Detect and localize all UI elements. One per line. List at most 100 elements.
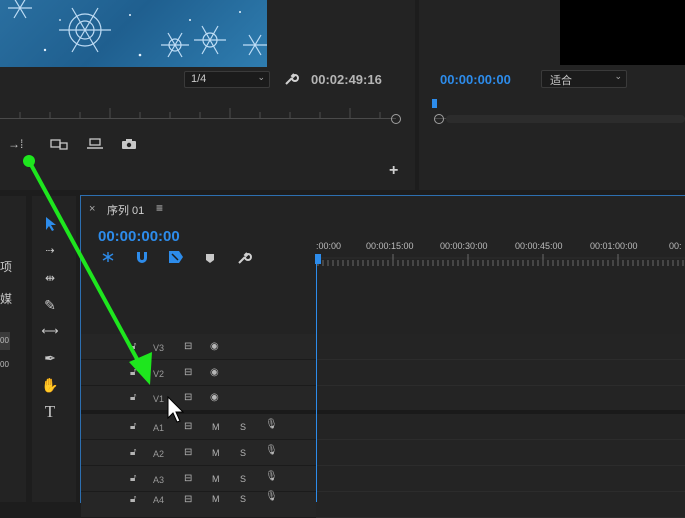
microphone-icon[interactable]: 🎙︎: [265, 471, 278, 482]
type-tool-icon[interactable]: T: [38, 401, 62, 423]
eye-icon[interactable]: ◉: [210, 392, 219, 403]
program-monitor-panel: 00:00:00:00 适合 ⌄: [419, 0, 685, 190]
pen-tool-icon[interactable]: ✒: [38, 347, 62, 369]
sync-lock-icon[interactable]: ⊟: [184, 494, 192, 505]
snap-icon[interactable]: [101, 251, 115, 263]
ruler-label-5: 00:: [669, 241, 682, 251]
hand-tool-icon[interactable]: ✋: [38, 374, 62, 396]
selection-tool-icon[interactable]: [44, 216, 58, 232]
lock-icon[interactable]: 🔓︎: [130, 447, 136, 458]
track-header-v1[interactable]: [81, 386, 316, 412]
source-timecode: 00:02:49:16: [311, 72, 382, 87]
track-select-tool-icon[interactable]: ⇢: [38, 240, 62, 262]
solo-button[interactable]: S: [240, 448, 246, 458]
program-timecode: 00:00:00:00: [440, 72, 511, 87]
program-playhead[interactable]: [432, 99, 437, 108]
fit-select[interactable]: 适合 ⌄: [541, 70, 627, 88]
sync-lock-icon[interactable]: ⊟: [184, 367, 192, 378]
ruler-label-4: 00:01:00:00: [590, 241, 638, 251]
slip-tool-icon[interactable]: ⟷: [38, 320, 62, 342]
track-header-a3[interactable]: [81, 466, 316, 492]
track-lane-v2[interactable]: [316, 360, 685, 386]
lock-icon[interactable]: 🔓︎: [130, 341, 136, 352]
track-lane-v3[interactable]: [316, 334, 685, 360]
add-marker-icon[interactable]: [205, 253, 215, 264]
ruler-label-0: :00:00: [316, 241, 342, 251]
ruler-label-1: 00:00:15:00: [366, 241, 414, 251]
microphone-icon[interactable]: 🎙︎: [265, 491, 278, 502]
timeline-playhead-line[interactable]: [316, 264, 317, 502]
add-button[interactable]: +: [389, 162, 398, 180]
track-header-v3[interactable]: [81, 334, 316, 360]
microphone-icon[interactable]: 🎙︎: [265, 445, 278, 456]
mute-button[interactable]: M: [212, 474, 220, 484]
zoom-select[interactable]: 1/4 ⌄: [184, 71, 270, 88]
track-name-v1: V1: [153, 394, 165, 404]
snowflake-image: [8, 0, 267, 58]
mute-button[interactable]: M: [212, 448, 220, 458]
track-header-v2[interactable]: [81, 360, 316, 386]
project-panel: 项 媒 00 00: [0, 196, 26, 502]
ripple-edit-tool-icon[interactable]: ⇹: [38, 267, 62, 289]
solo-button[interactable]: S: [240, 422, 246, 432]
razor-tool-icon[interactable]: ✎: [38, 294, 62, 316]
tools-panel: ⇢ ⇹ ✎ ⟷ ✒ ✋ T: [32, 196, 76, 502]
track-lane-a2[interactable]: [316, 440, 685, 466]
source-ruler-ticks: [19, 108, 381, 118]
project-label-2: 媒: [0, 292, 13, 306]
mute-button[interactable]: M: [212, 494, 220, 504]
linked-selection-icon[interactable]: [168, 250, 184, 264]
track-name-a3: A3: [153, 475, 165, 485]
sync-lock-icon[interactable]: ⊟: [184, 447, 192, 458]
track-lane-a3[interactable]: [316, 466, 685, 492]
lock-icon[interactable]: 🔓︎: [130, 392, 136, 403]
solo-button[interactable]: S: [240, 474, 246, 484]
mouse-cursor-icon: [167, 396, 185, 423]
mute-button[interactable]: M: [212, 422, 220, 432]
track-header-a1[interactable]: [81, 414, 316, 440]
source-monitor-panel: 1/4 ⌄ 00:02:49:16 →⁞ +: [0, 0, 415, 190]
track-header-a4[interactable]: [81, 492, 316, 518]
timeline-playhead-handle[interactable]: [315, 254, 321, 264]
track-lane-v1[interactable]: [316, 386, 685, 412]
track-lane-a4[interactable]: [316, 492, 685, 518]
track-name-a1: A1: [153, 423, 165, 433]
tab-menu-icon[interactable]: ≡: [156, 201, 163, 215]
time-ruler[interactable]: :00:00 00:00:15:00 00:00:30:00 00:00:45:…: [316, 236, 685, 269]
eye-icon[interactable]: ◉: [210, 367, 219, 378]
magnet-icon[interactable]: [135, 251, 149, 263]
sync-lock-icon[interactable]: ⊟: [184, 341, 192, 352]
zoom-select-value: 1/4: [191, 73, 207, 85]
source-playhead-end[interactable]: [391, 114, 401, 124]
overwrite-icon[interactable]: [50, 138, 68, 150]
fit-select-value: 适合: [550, 75, 572, 87]
timeline-settings-wrench-icon[interactable]: [236, 250, 252, 266]
program-video-preview: [560, 0, 685, 65]
lift-icon[interactable]: [86, 138, 104, 150]
sequence-tab-title[interactable]: 序列 01: [107, 202, 144, 218]
source-scrubber[interactable]: [0, 118, 396, 119]
program-playhead-start[interactable]: [434, 114, 444, 124]
track-name-a2: A2: [153, 449, 165, 459]
close-tab-button[interactable]: ×: [89, 203, 95, 215]
lock-icon[interactable]: 🔓︎: [130, 473, 136, 484]
microphone-icon[interactable]: 🎙︎: [265, 419, 278, 430]
solo-button[interactable]: S: [240, 494, 246, 504]
timeline-timecode[interactable]: 00:00:00:00: [98, 228, 180, 245]
camera-icon[interactable]: [121, 138, 137, 150]
program-scrollbar[interactable]: [446, 115, 685, 123]
track-name-a4: A4: [153, 495, 165, 505]
insert-icon[interactable]: →⁞: [8, 138, 23, 150]
lock-icon[interactable]: 🔓︎: [130, 367, 136, 378]
chevron-down-icon: ⌄: [614, 71, 622, 81]
lock-icon[interactable]: 🔓︎: [130, 494, 136, 505]
lock-icon[interactable]: 🔓︎: [130, 421, 136, 432]
sync-lock-icon[interactable]: ⊟: [184, 473, 192, 484]
track-header-a2[interactable]: [81, 440, 316, 466]
track-lane-a1[interactable]: [316, 414, 685, 440]
timeline-header-spacer: [81, 269, 685, 333]
chevron-down-icon: ⌄: [257, 72, 265, 82]
wrench-icon[interactable]: [283, 71, 299, 87]
eye-icon[interactable]: ◉: [210, 341, 219, 352]
project-item-1-text: 00: [0, 336, 9, 345]
